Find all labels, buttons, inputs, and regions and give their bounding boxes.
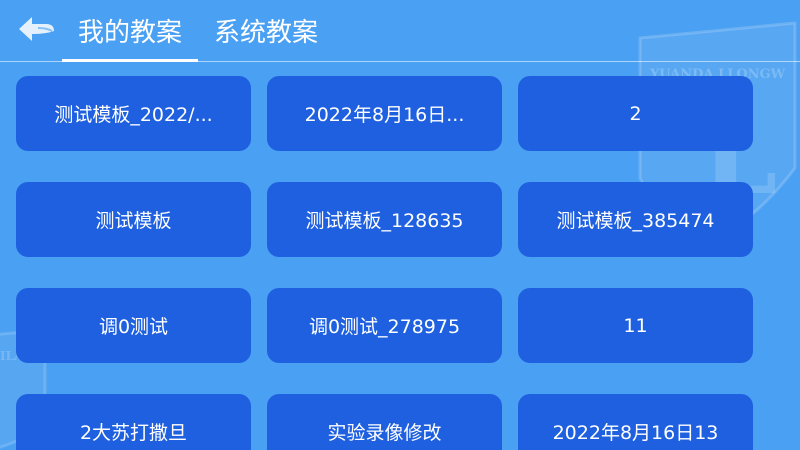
lesson-plan-card[interactable]: 2 bbox=[518, 76, 753, 151]
card-label: 实验录像修改 bbox=[327, 422, 442, 444]
lesson-plan-card[interactable]: 测试模板_385474 bbox=[518, 182, 753, 257]
tab-my-lesson-plans[interactable]: 我的教案 bbox=[62, 0, 199, 62]
header-divider bbox=[0, 61, 800, 62]
lesson-plan-card[interactable]: 2022年8月16日13 bbox=[518, 394, 753, 450]
card-label: 测试模板_385474 bbox=[556, 210, 715, 232]
lesson-plan-card[interactable]: 2大苏打撒旦 bbox=[16, 394, 251, 450]
tab-bar: 我的教案 系统教案 bbox=[62, 0, 334, 62]
lesson-plan-card[interactable]: 调0测试 bbox=[16, 288, 251, 363]
card-label: 调0测试 bbox=[98, 316, 169, 338]
card-label: 2022年8月16日13 bbox=[552, 422, 719, 444]
lesson-plan-card[interactable]: 测试模板_2022/... bbox=[16, 76, 251, 151]
back-button[interactable] bbox=[16, 15, 56, 43]
card-label: 调0测试_278975 bbox=[308, 316, 461, 338]
card-label: 2大苏打撒旦 bbox=[79, 422, 188, 444]
card-label: 测试模板_128635 bbox=[305, 210, 464, 232]
card-label: 2022年8月16日... bbox=[304, 104, 465, 126]
card-label: 11 bbox=[623, 314, 648, 337]
lesson-plan-grid: 测试模板_2022/... 2022年8月16日... 2 测试模板 测试模板_… bbox=[16, 76, 753, 450]
lesson-plan-card[interactable]: 11 bbox=[518, 288, 753, 363]
lesson-plan-card[interactable]: 2022年8月16日... bbox=[267, 76, 502, 151]
card-label: 测试模板_2022/... bbox=[54, 104, 213, 126]
lesson-plan-card[interactable]: 测试模板 bbox=[16, 182, 251, 257]
lesson-plan-card[interactable]: 调0测试_278975 bbox=[267, 288, 502, 363]
lesson-plan-card[interactable]: 实验录像修改 bbox=[267, 394, 502, 450]
tab-system-lesson-plans[interactable]: 系统教案 bbox=[198, 0, 334, 62]
lesson-plan-card[interactable]: 测试模板_128635 bbox=[267, 182, 502, 257]
header-bar: 我的教案 系统教案 bbox=[0, 0, 800, 62]
card-label: 2 bbox=[629, 102, 642, 125]
card-label: 测试模板 bbox=[95, 210, 172, 232]
back-arrow-icon bbox=[19, 17, 54, 41]
